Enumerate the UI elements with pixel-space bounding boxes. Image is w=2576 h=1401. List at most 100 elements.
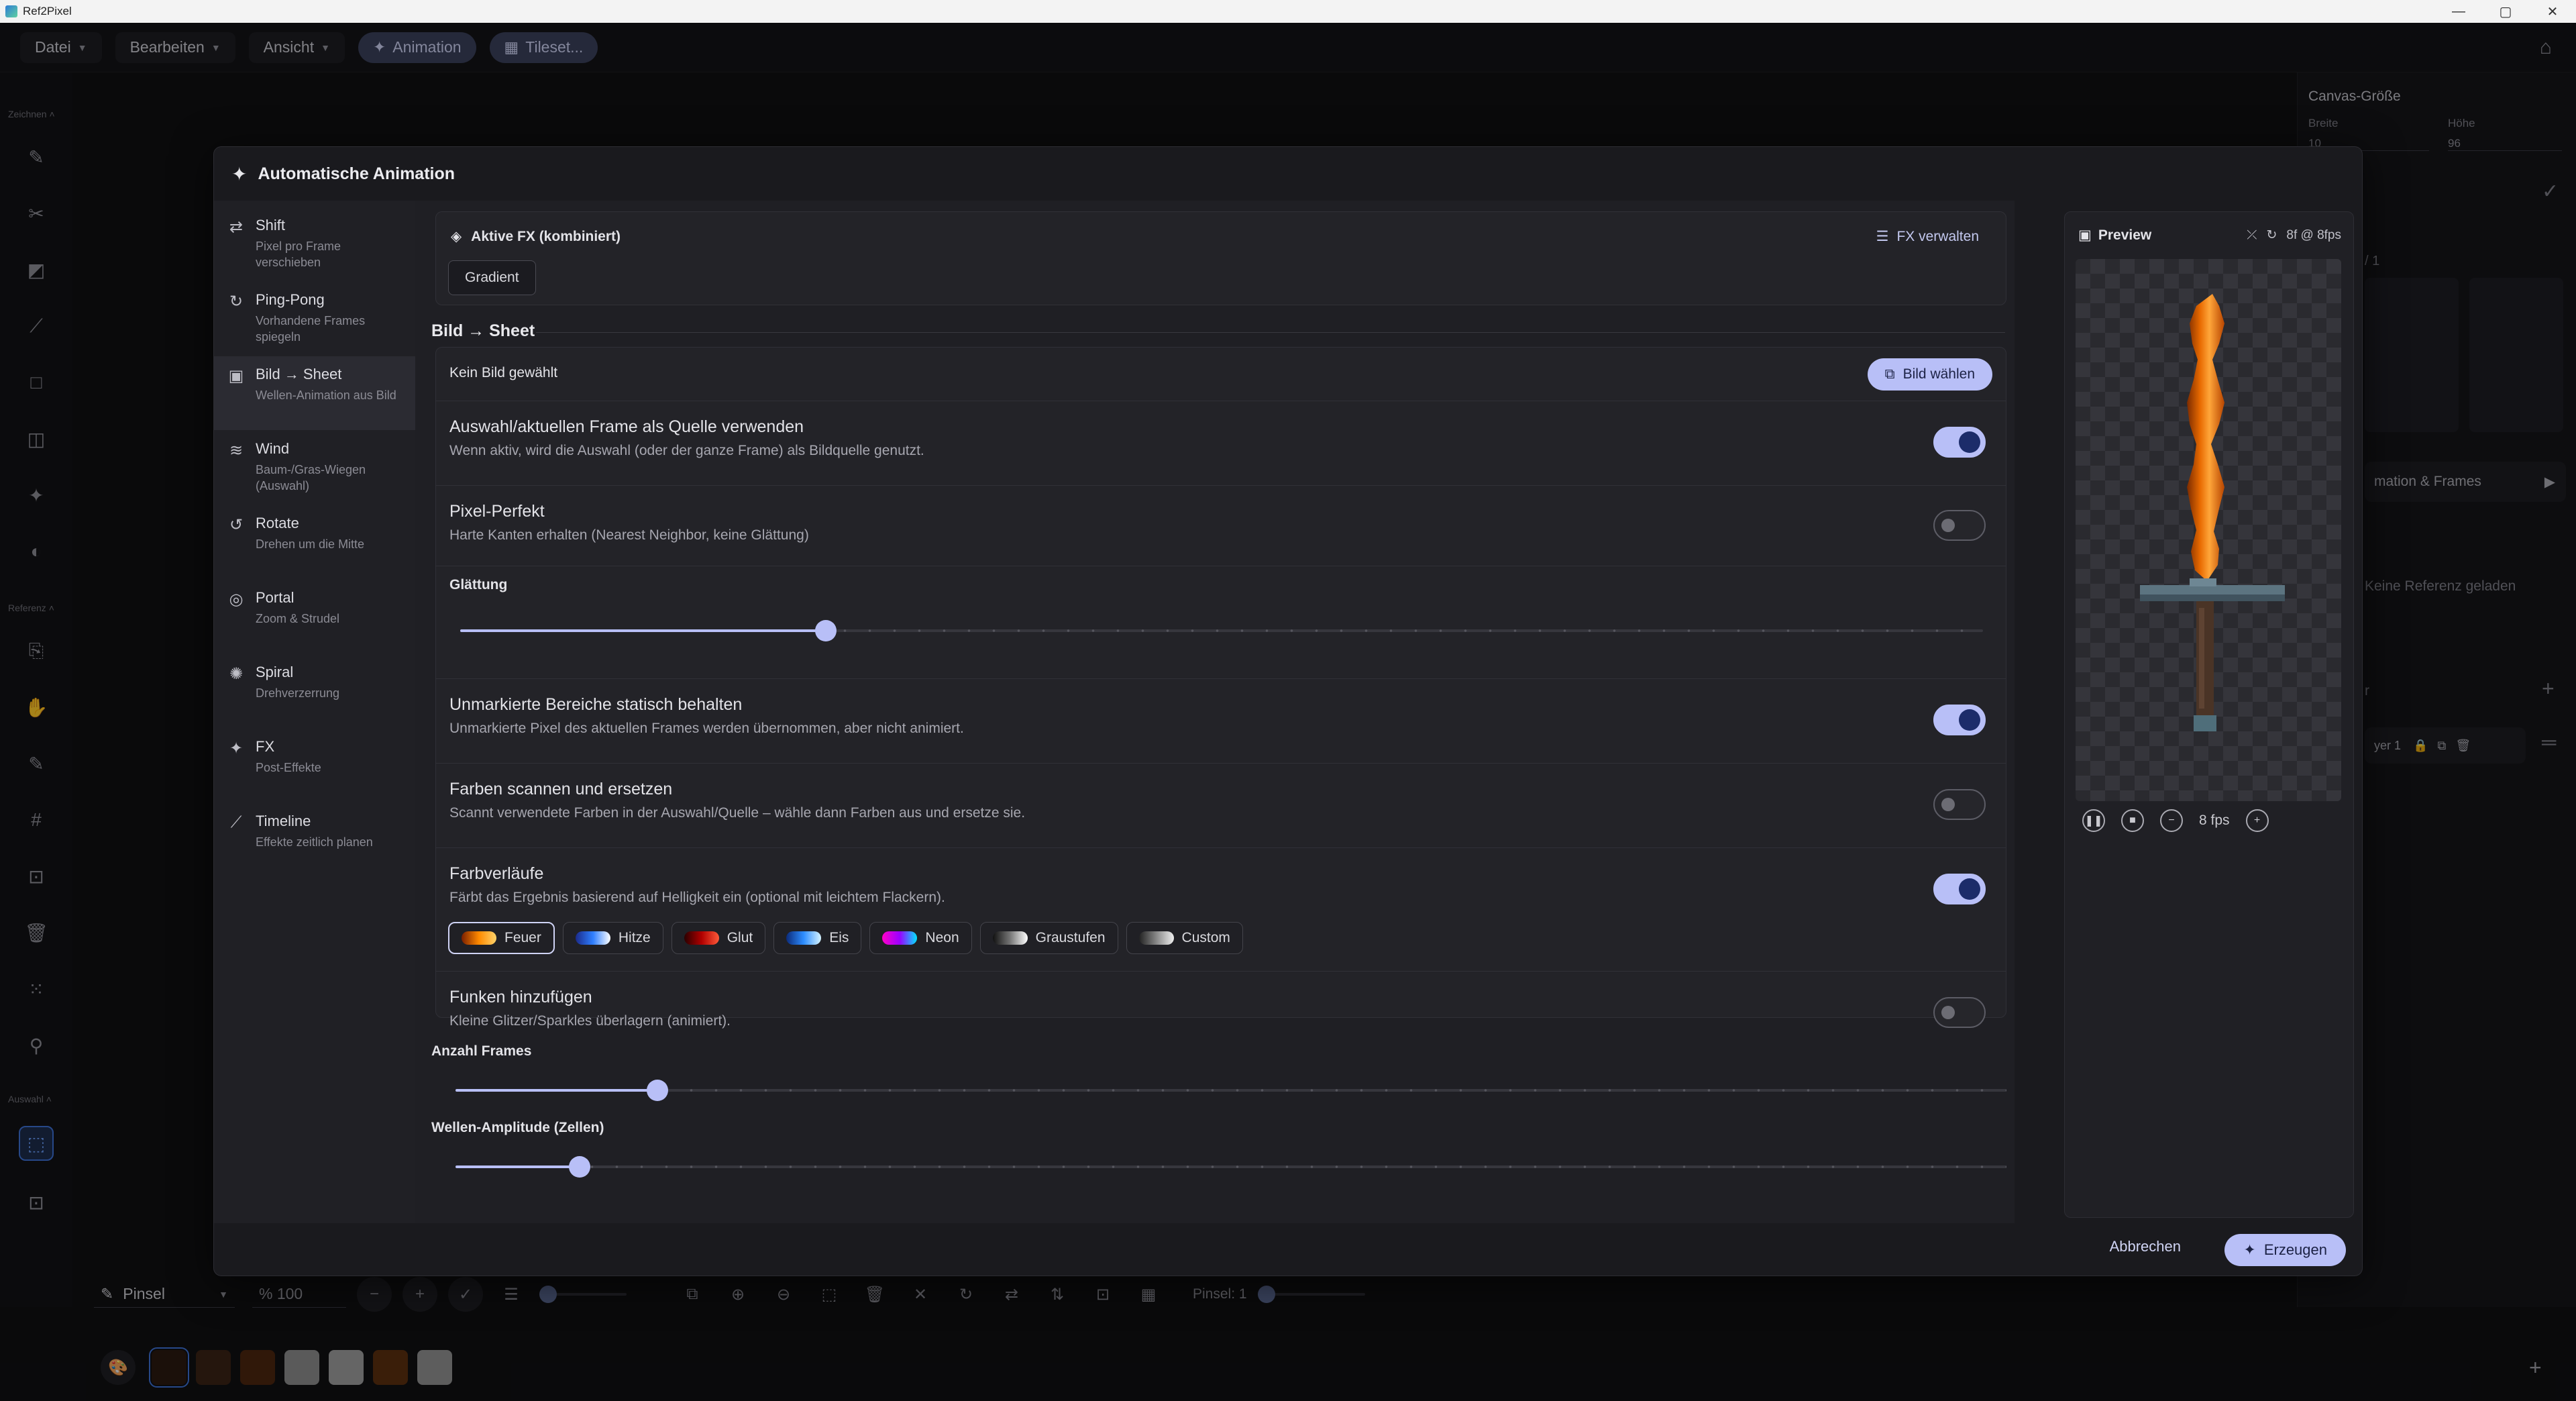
preview-title: Preview	[2098, 227, 2152, 243]
close-button[interactable]: ✕	[2529, 0, 2576, 23]
nav-item-title: Spiral	[256, 664, 294, 680]
nav-item[interactable]: ⟋ Timeline Effekte zeitlich planen	[214, 803, 415, 877]
toggle-knob	[1941, 1006, 1955, 1019]
row-sparks: Funken hinzufügen Kleine Glitzer/Sparkle…	[436, 972, 2006, 1056]
gradient-preset-label: Glut	[727, 930, 753, 945]
source-toggle[interactable]	[1933, 427, 1986, 458]
toggle-knob	[1959, 709, 1980, 731]
row-sparks-desc: Kleine Glitzer/Sparkles überlagern (anim…	[449, 1013, 731, 1029]
maximize-button[interactable]: ▢	[2482, 0, 2529, 23]
static-toggle[interactable]	[1933, 705, 1986, 735]
nav-item[interactable]: ✺ Spiral Drehverzerrung	[214, 654, 415, 728]
row-scan: Farben scannen und ersetzen Scannt verwe…	[436, 764, 2006, 848]
slider-knob[interactable]	[646, 1080, 668, 1101]
row-gradient: Farbverläufe Färbt das Ergebnis basieren…	[436, 848, 2006, 972]
nav-item-title: Wind	[256, 440, 290, 457]
fx-chip-gradient[interactable]: Gradient	[448, 260, 536, 295]
refresh-icon[interactable]: ↻	[2266, 227, 2277, 243]
nav-item-title: Timeline	[256, 813, 311, 829]
create-button-label: Erzeugen	[2263, 1241, 2327, 1258]
section-heading: Bild → Sheet	[431, 321, 535, 340]
smoothing-slider[interactable]	[460, 620, 1983, 641]
minimize-button[interactable]: —	[2435, 0, 2482, 23]
create-button[interactable]: ✦ Erzeugen	[2224, 1234, 2346, 1266]
gradient-presets: Feuer Hitze Glut Eis Neon Graustufen Custom	[448, 922, 1243, 954]
preview-header-actions: ⤫ ↻ 8f @ 8fps	[2247, 227, 2341, 243]
fps-value: 8 fps	[2199, 813, 2230, 828]
cancel-button[interactable]: Abbrechen	[2110, 1238, 2181, 1255]
image-icon: ⧉	[1884, 366, 1895, 382]
gradient-swatch	[462, 931, 496, 945]
nav-item[interactable]: ≋ Wind Baum-/Gras-Wiegen (Auswahl)	[214, 431, 415, 505]
amplitude-label: Wellen-Amplitude (Zellen)	[431, 1120, 604, 1135]
gradient-preset-label: Graustufen	[1035, 930, 1106, 945]
gradient-preset-chip[interactable]: Neon	[869, 922, 972, 954]
gradient-swatch	[786, 931, 822, 945]
frames-slider[interactable]	[455, 1080, 2006, 1101]
nav-item[interactable]: ⇄ Shift Pixel pro Frame verschieben	[214, 207, 415, 281]
row-smoothing-title: Glättung	[449, 577, 508, 592]
toggle-knob	[1941, 519, 1955, 532]
nav-item[interactable]: ↻ Ping-Pong Vorhandene Frames spiegeln	[214, 282, 415, 356]
nav-item-desc: Pixel pro Frame verschieben	[256, 240, 341, 269]
toggle-knob	[1959, 431, 1980, 453]
fps-increase-button[interactable]: +	[2245, 809, 2269, 832]
gradient-preset-chip[interactable]: Glut	[671, 922, 766, 954]
nav-item-desc: Vorhandene Frames spiegeln	[256, 314, 366, 344]
window-controls: — ▢ ✕	[2435, 0, 2576, 23]
choose-image-button[interactable]: ⧉ Bild wählen	[1867, 358, 1992, 391]
dialog-title: Automatische Animation	[258, 164, 455, 183]
nav-item-desc: Effekte zeitlich planen	[256, 835, 373, 849]
nav-icon: ◎	[229, 590, 244, 609]
layers-icon: ◈	[451, 229, 462, 244]
gradient-preset-chip[interactable]: Eis	[773, 922, 862, 954]
image-row: Kein Bild gewählt ⧉ Bild wählen	[436, 348, 2006, 401]
gradient-toggle[interactable]	[1933, 874, 1986, 904]
nav-item[interactable]: ▣ Bild → Sheet Wellen-Animation aus Bild	[214, 356, 415, 430]
toggle-knob	[1959, 878, 1980, 900]
gradient-preset-label: Eis	[829, 930, 849, 945]
gradient-swatch	[575, 931, 610, 945]
pixel-perfect-toggle[interactable]	[1933, 510, 1986, 541]
choose-image-label: Bild wählen	[1902, 366, 1975, 382]
nav-item-desc: Baum-/Gras-Wiegen (Auswahl)	[256, 463, 366, 492]
row-source-desc: Wenn aktiv, wird die Auswahl (oder der g…	[449, 443, 924, 458]
gradient-preset-chip[interactable]: Custom	[1126, 922, 1243, 954]
gradient-preset-chip[interactable]: Hitze	[562, 922, 663, 954]
slider-knob[interactable]	[568, 1156, 590, 1178]
nav-icon: ✺	[229, 664, 244, 683]
sword-sprite	[2140, 294, 2285, 731]
row-static-title: Unmarkierte Bereiche statisch behalten	[449, 695, 743, 714]
sliders-icon: ☰	[1876, 229, 1889, 244]
row-scan-desc: Scannt verwendete Farben in der Auswahl/…	[449, 805, 1026, 821]
gradient-preset-label: Neon	[925, 930, 959, 945]
manage-fx-button[interactable]: ☰ FX verwalten	[1876, 228, 1979, 245]
amplitude-slider[interactable]	[455, 1156, 2006, 1178]
nav-item-title: Shift	[256, 217, 286, 234]
gradient-swatch	[1138, 931, 1174, 945]
nav-item[interactable]: ◎ Portal Zoom & Strudel	[214, 580, 415, 654]
slider-fill	[455, 1089, 657, 1092]
stop-button[interactable]: ■	[2121, 809, 2144, 832]
nav-item-desc: Drehen um die Mitte	[256, 537, 365, 551]
preview-canvas	[2076, 259, 2341, 801]
slider-knob[interactable]	[814, 620, 837, 641]
no-image-text: Kein Bild gewählt	[449, 365, 558, 380]
nav-icon: ✦	[229, 739, 244, 758]
collapse-icon[interactable]: ⤫	[2247, 228, 2257, 243]
nav-icon: ≋	[229, 441, 244, 460]
nav-item[interactable]: ↺ Rotate Drehen um die Mitte	[214, 505, 415, 579]
fps-decrease-button[interactable]: −	[2160, 809, 2183, 832]
nav-item-title: Bild → Sheet	[256, 366, 342, 382]
scan-toggle[interactable]	[1933, 789, 1986, 820]
pause-button[interactable]: ❚❚	[2082, 809, 2105, 832]
slider-fill	[460, 629, 826, 632]
nav-item[interactable]: ✦ FX Post-Effekte	[214, 729, 415, 802]
nav-item-desc: Zoom & Strudel	[256, 612, 340, 625]
gradient-preset-chip[interactable]: Feuer	[448, 922, 555, 954]
sparks-toggle[interactable]	[1933, 997, 1986, 1028]
gradient-preset-label: Hitze	[618, 930, 651, 945]
frames-label: Anzahl Frames	[431, 1043, 532, 1059]
gradient-preset-label: Custom	[1181, 930, 1230, 945]
gradient-preset-chip[interactable]: Graustufen	[979, 922, 1118, 954]
